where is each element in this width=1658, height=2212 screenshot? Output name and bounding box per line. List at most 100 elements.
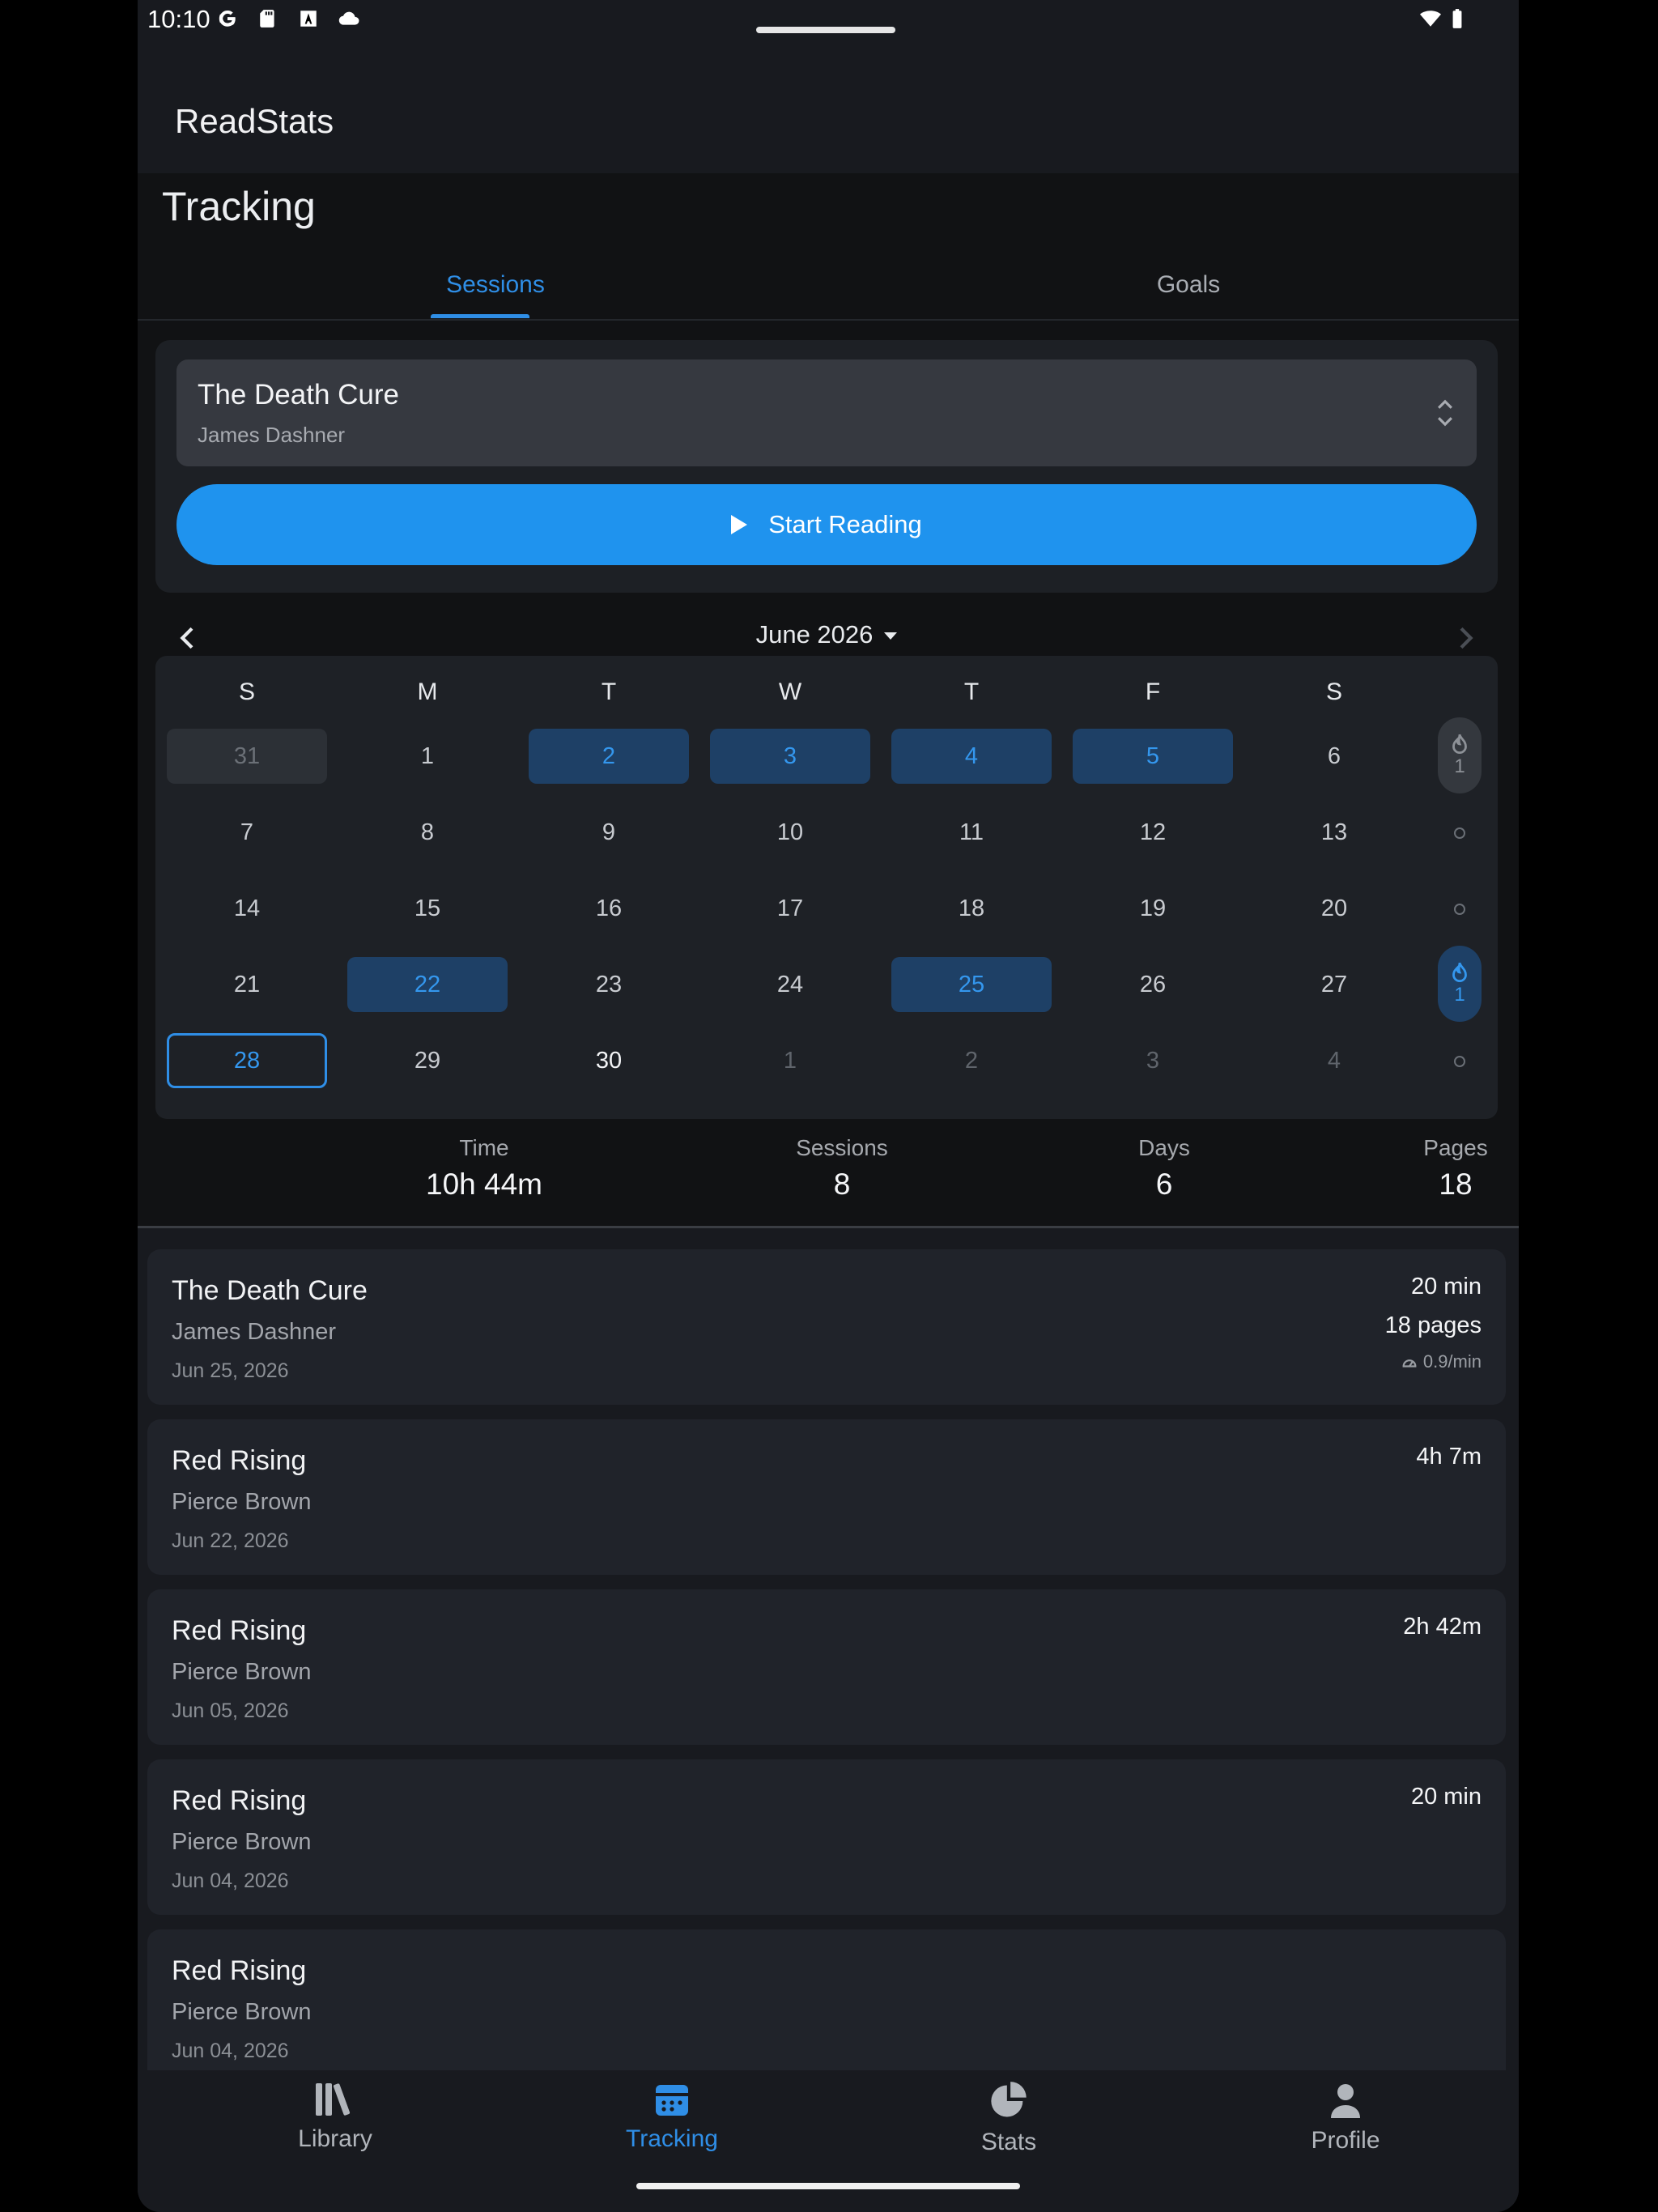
session-pages: 18 pages: [1384, 1312, 1482, 1338]
calendar-day[interactable]: 20: [1254, 881, 1414, 936]
week-streak-badge: 1: [1438, 717, 1482, 793]
session-item[interactable]: Red Rising Pierce Brown Jun 22, 2026 4h …: [147, 1419, 1506, 1575]
status-bar: 10:10: [138, 0, 1519, 45]
calendar-day[interactable]: 17: [710, 881, 870, 936]
weekday-header: M: [417, 678, 438, 705]
nav-profile[interactable]: Profile: [1224, 2080, 1467, 2155]
current-book-card: The Death Cure James Dashner Start Readi…: [155, 340, 1498, 593]
calendar-day[interactable]: 19: [1073, 881, 1233, 936]
calendar-grid: SMTWTFS 31 1 2 3 4 5 6 7 8 9 10 11 12 13 14 15 16 17 18 19 2…: [155, 656, 1498, 1119]
nav-stats-label: Stats: [980, 2129, 1037, 2155]
home-indicator: [636, 2183, 1020, 2189]
calendar-day[interactable]: 23: [529, 957, 689, 1012]
week-streak-count: 1: [1454, 984, 1465, 1006]
session-item[interactable]: Red Rising Pierce Brown Jun 04, 2026: [147, 1929, 1506, 2070]
summary-pages-label: Pages: [1423, 1135, 1488, 1160]
session-date: Jun 04, 2026: [172, 2040, 289, 2062]
top-handle: [756, 27, 895, 33]
calendar-day[interactable]: 9: [529, 805, 689, 860]
calendar-day[interactable]: 3: [710, 729, 870, 784]
calendar-day[interactable]: 6: [1254, 729, 1414, 784]
calendar-day[interactable]: 30: [529, 1033, 689, 1088]
session-title: Red Rising: [172, 1955, 307, 1986]
calendar-day[interactable]: 10: [710, 805, 870, 860]
nav-tracking-label: Tracking: [626, 2125, 718, 2152]
calendar-day[interactable]: 2: [529, 729, 689, 784]
calendar-day[interactable]: 7: [167, 805, 327, 860]
session-duration: 20 min: [1410, 1274, 1482, 1300]
calendar-day[interactable]: 18: [891, 881, 1052, 936]
google-icon: [219, 11, 236, 27]
calendar-day[interactable]: 13: [1254, 805, 1414, 860]
tab-bar: Sessions Goals: [138, 251, 1519, 321]
session-speed-value: 0.9/min: [1422, 1351, 1482, 1372]
flame-icon: [1452, 734, 1467, 754]
calendar-day[interactable]: 2: [891, 1033, 1052, 1088]
nav-tracking[interactable]: Tracking: [551, 2080, 793, 2153]
calendar-day[interactable]: 28: [167, 1033, 327, 1088]
session-duration: 2h 42m: [1403, 1614, 1482, 1640]
calendar-day[interactable]: 21: [167, 957, 327, 1012]
session-author: Pierce Brown: [172, 1659, 312, 1685]
calendar-day[interactable]: 4: [891, 729, 1052, 784]
calendar-day[interactable]: 29: [347, 1033, 508, 1088]
weekday-header: T: [601, 678, 617, 705]
session-author: James Dashner: [172, 1319, 337, 1345]
session-duration: 4h 7m: [1416, 1444, 1482, 1470]
book-selector[interactable]: The Death Cure James Dashner: [176, 359, 1477, 466]
calendar-day[interactable]: 16: [529, 881, 689, 936]
tab-goals[interactable]: Goals: [1067, 251, 1310, 319]
calendar-day[interactable]: 1: [710, 1033, 870, 1088]
calendar-day[interactable]: 22: [347, 957, 508, 1012]
start-reading-label: Start Reading: [768, 510, 922, 538]
summary-days: Days 6: [1043, 1135, 1286, 1202]
start-reading-button[interactable]: Start Reading: [176, 484, 1477, 565]
session-item[interactable]: Red Rising Pierce Brown Jun 04, 2026 20 …: [147, 1759, 1506, 1915]
summary-days-value: 6: [1155, 1168, 1173, 1201]
flame-icon: [1452, 962, 1467, 982]
session-date: Jun 05, 2026: [172, 1699, 289, 1722]
play-icon: [731, 515, 748, 534]
weekday-header: F: [1145, 678, 1161, 705]
calendar-day[interactable]: 31: [167, 729, 327, 784]
summary-pages: Pages 18: [1334, 1135, 1519, 1202]
month-selector[interactable]: June 2026: [155, 620, 1498, 649]
calendar-day[interactable]: 8: [347, 805, 508, 860]
session-date: Jun 22, 2026: [172, 1529, 289, 1552]
calendar-day[interactable]: 5: [1073, 729, 1233, 784]
session-item[interactable]: Red Rising Pierce Brown Jun 05, 2026 2h …: [147, 1589, 1506, 1745]
session-author: Pierce Brown: [172, 1829, 312, 1855]
wifi-icon: [1420, 11, 1441, 27]
session-title: Red Rising: [172, 1445, 307, 1476]
nav-stats[interactable]: Stats: [887, 2080, 1130, 2156]
session-duration: 20 min: [1410, 1784, 1482, 1810]
app-bar: ReadStats: [138, 45, 1519, 173]
calendar-day[interactable]: 26: [1073, 957, 1233, 1012]
text-a-icon: [300, 11, 317, 27]
calendar-day[interactable]: 14: [167, 881, 327, 936]
calendar-day[interactable]: 4: [1254, 1033, 1414, 1088]
person-icon: [1331, 2084, 1360, 2118]
calendar-day[interactable]: 24: [710, 957, 870, 1012]
tracking-panel: Tracking Sessions Goals The Death Cure J…: [138, 173, 1519, 1228]
summary-days-label: Days: [1138, 1135, 1190, 1160]
speedometer-icon: [1402, 1359, 1417, 1368]
chevron-right-icon[interactable]: [1449, 622, 1482, 654]
calendar-day[interactable]: 11: [891, 805, 1052, 860]
weekday-header: S: [1325, 678, 1342, 705]
calendar-day[interactable]: 12: [1073, 805, 1233, 860]
session-list: The Death Cure James Dashner Jun 25, 202…: [138, 1228, 1519, 2070]
session-item[interactable]: The Death Cure James Dashner Jun 25, 202…: [147, 1249, 1506, 1405]
weekday-header: S: [238, 678, 255, 705]
session-speed: 0.9/min: [1401, 1351, 1482, 1372]
calendar-day[interactable]: 1: [347, 729, 508, 784]
calendar-day[interactable]: 3: [1073, 1033, 1233, 1088]
session-author: Pierce Brown: [172, 1999, 312, 2025]
tab-sessions[interactable]: Sessions: [374, 251, 617, 319]
nav-library[interactable]: Library: [214, 2080, 457, 2153]
session-title: Red Rising: [172, 1785, 307, 1816]
calendar-day[interactable]: 25: [891, 957, 1052, 1012]
calendar-day[interactable]: 27: [1254, 957, 1414, 1012]
calendar-day[interactable]: 15: [347, 881, 508, 936]
summary-sessions-value: 8: [833, 1168, 851, 1201]
